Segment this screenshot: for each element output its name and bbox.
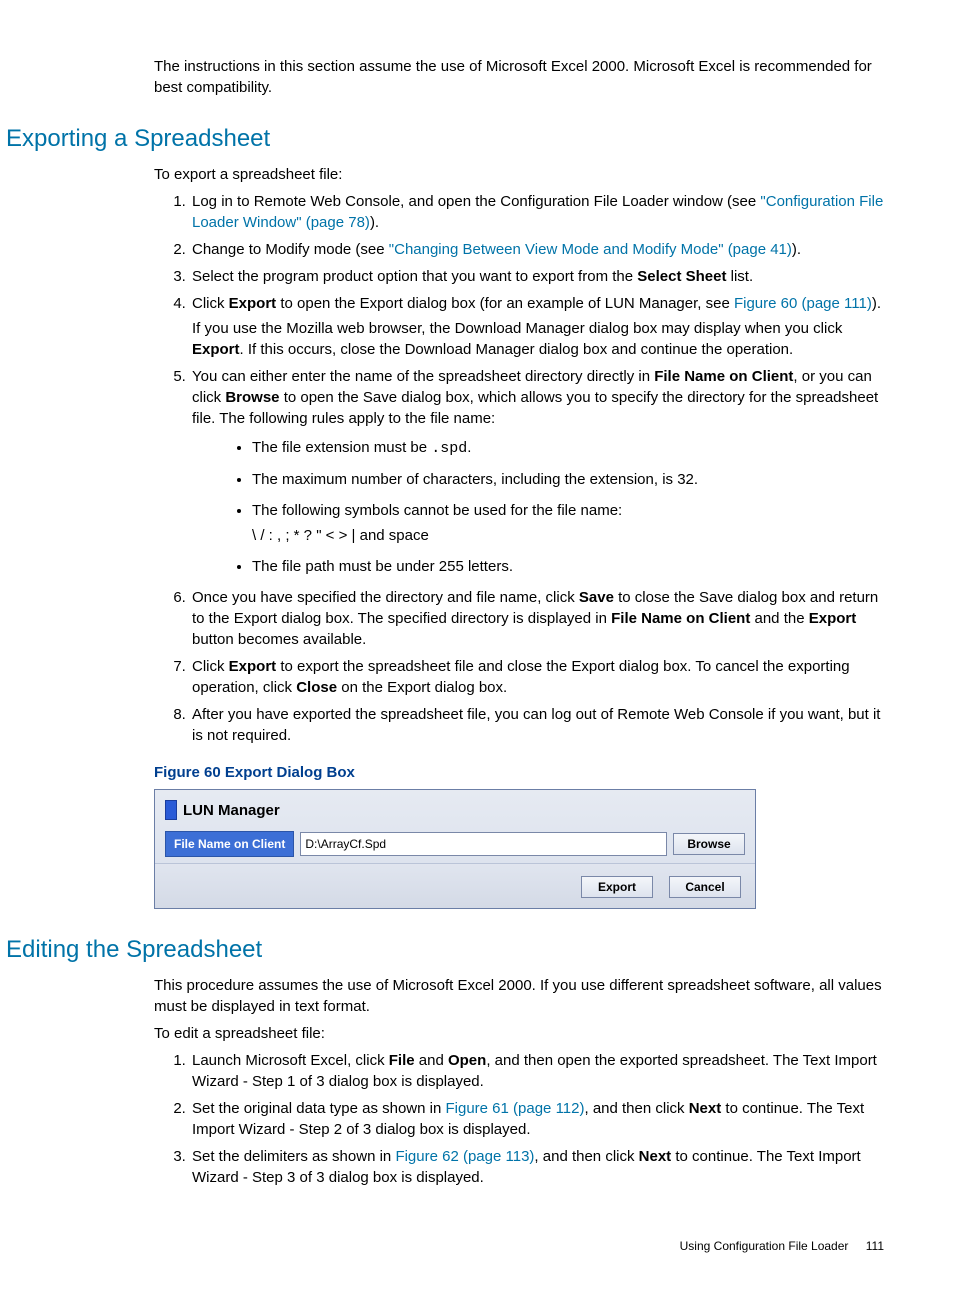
dialog-title-text: LUN Manager [183, 800, 280, 821]
section2-lead2: To edit a spreadsheet file: [154, 1023, 884, 1044]
edit-step-3: Set the delimiters as shown in Figure 62… [190, 1146, 884, 1188]
text: button becomes available. [192, 631, 366, 648]
text: to open the Save dialog box, which allow… [192, 389, 878, 427]
step-7: Click Export to export the spreadsheet f… [190, 656, 884, 698]
text: to open the Export dialog box (for an ex… [276, 295, 734, 312]
bullet-symbols: The following symbols cannot be used for… [252, 500, 884, 546]
bold-close: Close [296, 679, 337, 696]
bold-export-3: Export [809, 610, 857, 627]
text: Set the original data type as shown in [192, 1100, 446, 1117]
text: Click [192, 295, 229, 312]
bold-export-2: Export [192, 341, 240, 358]
bullet-path-length: The file path must be under 255 letters. [252, 556, 884, 577]
text: ). [872, 295, 881, 312]
step-1: Log in to Remote Web Console, and open t… [190, 191, 884, 233]
link-figure-60[interactable]: Figure 60 (page 111) [734, 295, 872, 312]
filename-rules-list: The file extension must be .spd. The max… [252, 437, 884, 577]
step-3: Select the program product option that y… [190, 266, 884, 287]
link-figure-62[interactable]: Figure 62 (page 113) [395, 1148, 534, 1165]
text: Select the program product option that y… [192, 268, 637, 285]
bold-file: File [389, 1052, 415, 1069]
edit-step-2: Set the original data type as shown in F… [190, 1098, 884, 1140]
text: Launch Microsoft Excel, click [192, 1052, 389, 1069]
text: on the Export dialog box. [337, 679, 507, 696]
file-name-input[interactable] [300, 832, 667, 856]
edit-step-1: Launch Microsoft Excel, click File and O… [190, 1050, 884, 1092]
footer-text: Using Configuration File Loader [680, 1239, 849, 1253]
text: If you use the Mozilla web browser, the … [192, 320, 842, 337]
step-5: You can either enter the name of the spr… [190, 366, 884, 577]
bold-select-sheet: Select Sheet [637, 268, 726, 285]
edit-steps-list: Launch Microsoft Excel, click File and O… [154, 1050, 884, 1188]
text: Change to Modify mode (see [192, 241, 389, 258]
export-dialog-box: LUN Manager File Name on Client Browse E… [154, 789, 756, 910]
step-6: Once you have specified the directory an… [190, 587, 884, 650]
symbols-line: \ / : , ; * ? " < > | and space [252, 525, 884, 546]
text: You can either enter the name of the spr… [192, 368, 654, 385]
bold-export-4: Export [229, 658, 277, 675]
text: . If this occurs, close the Download Man… [240, 341, 794, 358]
browse-button[interactable]: Browse [673, 833, 745, 855]
text: , and then click [534, 1148, 638, 1165]
bold-export: Export [229, 295, 277, 312]
text: , and then click [584, 1100, 688, 1117]
bold-open: Open [448, 1052, 486, 1069]
dialog-title: LUN Manager [165, 800, 745, 821]
text: Set the delimiters as shown in [192, 1148, 395, 1165]
export-steps-list: Log in to Remote Web Console, and open t… [154, 191, 884, 746]
file-name-label: File Name on Client [165, 831, 294, 858]
figure-60-caption: Figure 60 Export Dialog Box [154, 762, 884, 783]
step-8: After you have exported the spreadsheet … [190, 704, 884, 746]
text: ). [792, 241, 801, 258]
bold-next: Next [689, 1100, 722, 1117]
link-figure-61[interactable]: Figure 61 (page 112) [446, 1100, 585, 1117]
text: to export the spreadsheet file and close… [192, 658, 850, 696]
section2-lead1: This procedure assumes the use of Micros… [154, 975, 884, 1017]
bold-next-2: Next [639, 1148, 672, 1165]
text: Click [192, 658, 229, 675]
bullet-extension: The file extension must be .spd. [252, 437, 884, 459]
section1-lead: To export a spreadsheet file: [154, 164, 884, 185]
text: Once you have specified the directory an… [192, 589, 579, 606]
link-modify-mode[interactable]: "Changing Between View Mode and Modify M… [389, 241, 792, 258]
text: and the [750, 610, 808, 627]
page-footer: Using Configuration File Loader 111 [80, 1238, 884, 1255]
bold-browse: Browse [225, 389, 279, 406]
text: and [415, 1052, 448, 1069]
app-icon [165, 800, 177, 820]
text: . [467, 439, 471, 456]
bold-save: Save [579, 589, 614, 606]
text: list. [726, 268, 753, 285]
text: Log in to Remote Web Console, and open t… [192, 193, 760, 210]
step-4: Click Export to open the Export dialog b… [190, 293, 884, 360]
code-spd: .spd [431, 440, 467, 457]
cancel-button[interactable]: Cancel [669, 876, 741, 898]
text: The following symbols cannot be used for… [252, 502, 622, 519]
text: The file extension must be [252, 439, 431, 456]
bold-filename-client: File Name on Client [654, 368, 793, 385]
step-2: Change to Modify mode (see "Changing Bet… [190, 239, 884, 260]
intro-paragraph: The instructions in this section assume … [154, 56, 884, 98]
heading-exporting: Exporting a Spreadsheet [6, 122, 884, 156]
text: ). [370, 214, 379, 231]
page-number: 111 [866, 1239, 884, 1253]
export-button[interactable]: Export [581, 876, 653, 898]
heading-editing: Editing the Spreadsheet [6, 933, 884, 967]
bullet-maxchars: The maximum number of characters, includ… [252, 469, 884, 490]
bold-filename-client-2: File Name on Client [611, 610, 750, 627]
